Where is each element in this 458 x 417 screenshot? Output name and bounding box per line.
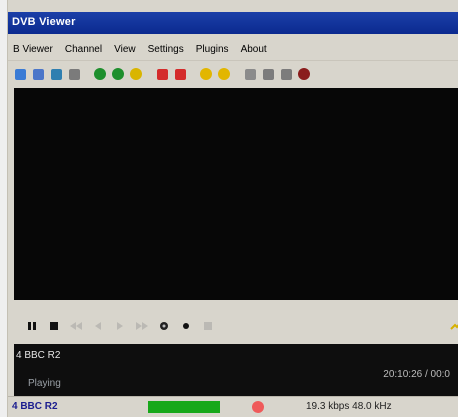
page: DVB Viewer B Viewer Channel View Setting… xyxy=(0,0,458,417)
menu-item-viewer[interactable]: B Viewer xyxy=(10,43,56,56)
menubar: B Viewer Channel View Settings Plugins A… xyxy=(8,38,458,60)
menu-item-about[interactable]: About xyxy=(238,43,270,56)
back-icon[interactable] xyxy=(90,318,106,334)
picture-icon[interactable] xyxy=(48,66,64,82)
info-state: Playing xyxy=(28,378,61,389)
volume-icon[interactable] xyxy=(448,318,458,334)
info-panel: 4 BBC R2 20:10:26 / 00:0 Playing xyxy=(14,344,458,396)
screen-icon[interactable] xyxy=(12,66,28,82)
statusbar: 4 BBC R2 19.3 kbps 48.0 kHz xyxy=(8,396,458,417)
stop-icon[interactable] xyxy=(46,318,62,334)
info-channel: 4 BBC R2 xyxy=(16,350,61,361)
menu-item-settings[interactable]: Settings xyxy=(145,43,187,56)
marker-icon[interactable] xyxy=(200,318,216,334)
menu-item-plugins[interactable]: Plugins xyxy=(193,43,232,56)
fast-forward-icon[interactable] xyxy=(134,318,150,334)
titlebar: DVB Viewer xyxy=(8,12,458,34)
list-icon[interactable] xyxy=(260,66,276,82)
settings-icon[interactable] xyxy=(242,66,258,82)
dvb-viewer-window: DVB Viewer B Viewer Channel View Setting… xyxy=(8,0,458,417)
bitrate-info: 19.3 kbps 48.0 kHz xyxy=(306,401,392,412)
tools-icon[interactable] xyxy=(278,66,294,82)
camera-icon[interactable] xyxy=(66,66,82,82)
playback-controls xyxy=(8,307,458,345)
document-icon[interactable] xyxy=(30,66,46,82)
star-icon[interactable] xyxy=(128,66,144,82)
forward-icon[interactable] xyxy=(112,318,128,334)
toolbar xyxy=(8,60,458,87)
window-title: DVB Viewer xyxy=(12,16,76,28)
stop-record-icon[interactable] xyxy=(172,66,188,82)
pause-icon[interactable] xyxy=(24,318,40,334)
back-icon[interactable] xyxy=(92,66,108,82)
record-indicator-icon[interactable] xyxy=(252,401,264,413)
forward-icon[interactable] xyxy=(110,66,126,82)
status-channel: 4 BBC R2 xyxy=(12,401,58,412)
eye-icon[interactable] xyxy=(156,318,172,334)
sun-icon[interactable] xyxy=(216,66,232,82)
menu-item-view[interactable]: View xyxy=(111,43,139,56)
signal-meter xyxy=(148,401,220,413)
info-time: 20:10:26 / 00:0 xyxy=(383,369,450,380)
menu-item-channel[interactable]: Channel xyxy=(62,43,105,56)
dot-icon[interactable] xyxy=(178,318,194,334)
sun-icon[interactable] xyxy=(198,66,214,82)
video-area[interactable] xyxy=(14,88,458,300)
record-icon[interactable] xyxy=(154,66,170,82)
record-dot-icon[interactable] xyxy=(296,66,312,82)
rewind-icon[interactable] xyxy=(68,318,84,334)
